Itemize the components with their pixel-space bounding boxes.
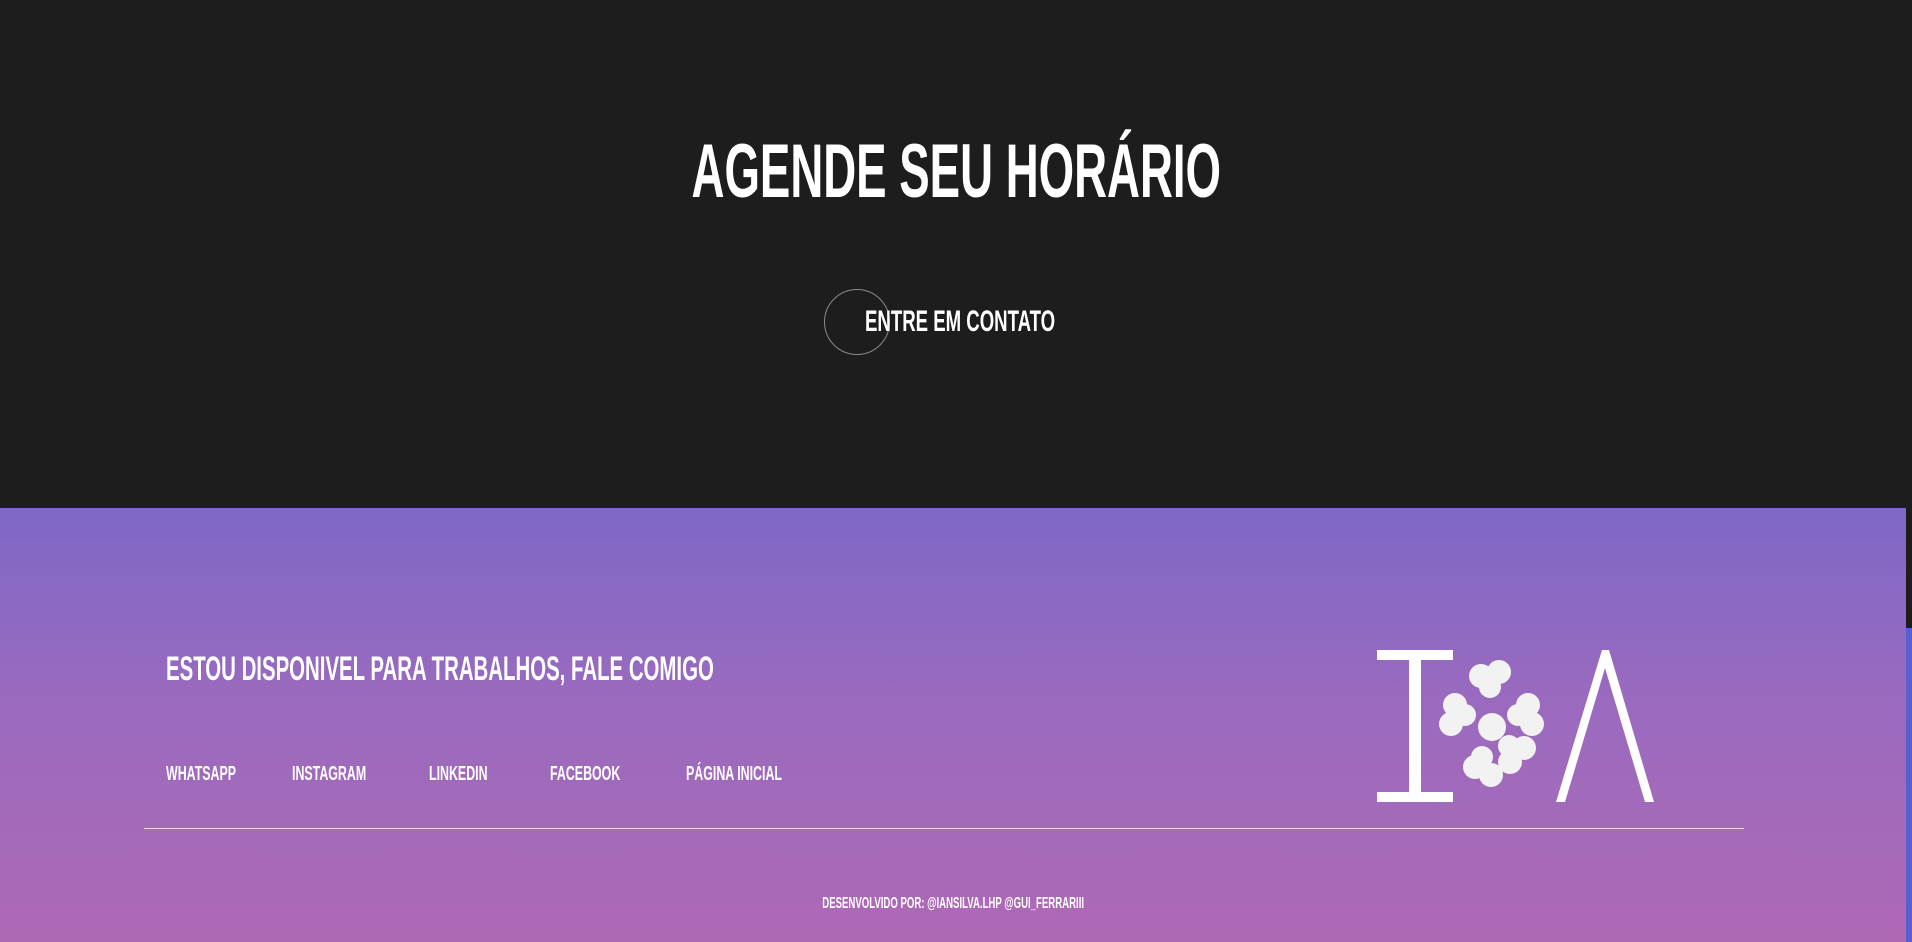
link-instagram-label: INSTAGRAM (292, 763, 367, 785)
footer-tagline: ESTOU DISPONIVEL PARA TRABALHOS, FALE CO… (166, 650, 1079, 688)
contact-button-label: ENTRE EM CONTATO (865, 305, 1172, 339)
link-facebook-label: FACEBOOK (550, 763, 621, 785)
scroll-edge-strip (1906, 628, 1912, 942)
footer-nav: WHATSAPP INSTAGRAM LINKEDIN FACEBOOK PÁG… (0, 762, 900, 792)
link-facebook[interactable]: FACEBOOK (550, 762, 663, 786)
brand-logo[interactable] (1375, 642, 1655, 802)
link-home-label: PÁGINA INICIAL (686, 763, 782, 785)
hero-section: AGENDE SEU HORÁRIO ENTRE EM CONTATO (0, 0, 1912, 508)
footer-divider (144, 828, 1744, 829)
link-linkedin[interactable]: LINKEDIN (429, 762, 523, 786)
hero-title-text: AGENDE SEU HORÁRIO (691, 129, 1221, 214)
clover-flower-icon (1439, 660, 1544, 787)
link-whatsapp[interactable]: WHATSAPP (166, 762, 279, 786)
contact-button-text: ENTRE EM CONTATO (865, 305, 1056, 338)
link-home[interactable]: PÁGINA INICIAL (686, 762, 841, 786)
link-instagram[interactable]: INSTAGRAM (292, 762, 412, 786)
logo-letter-a (1556, 650, 1654, 802)
link-linkedin-label: LINKEDIN (429, 763, 488, 785)
hero-title: AGENDE SEU HORÁRIO (0, 132, 1912, 212)
link-whatsapp-label: WHATSAPP (166, 763, 237, 785)
contact-button[interactable]: ENTRE EM CONTATO (824, 289, 1084, 355)
footer-credits-text: DESENVOLVIDO POR: @IANSILVA.LHP @GUI_FER… (822, 895, 1084, 912)
footer-tagline-text: ESTOU DISPONIVEL PARA TRABALHOS, FALE CO… (166, 650, 714, 688)
footer: ESTOU DISPONIVEL PARA TRABALHOS, FALE CO… (0, 508, 1906, 942)
footer-credits: DESENVOLVIDO POR: @IANSILVA.LHP @GUI_FER… (0, 894, 1906, 914)
